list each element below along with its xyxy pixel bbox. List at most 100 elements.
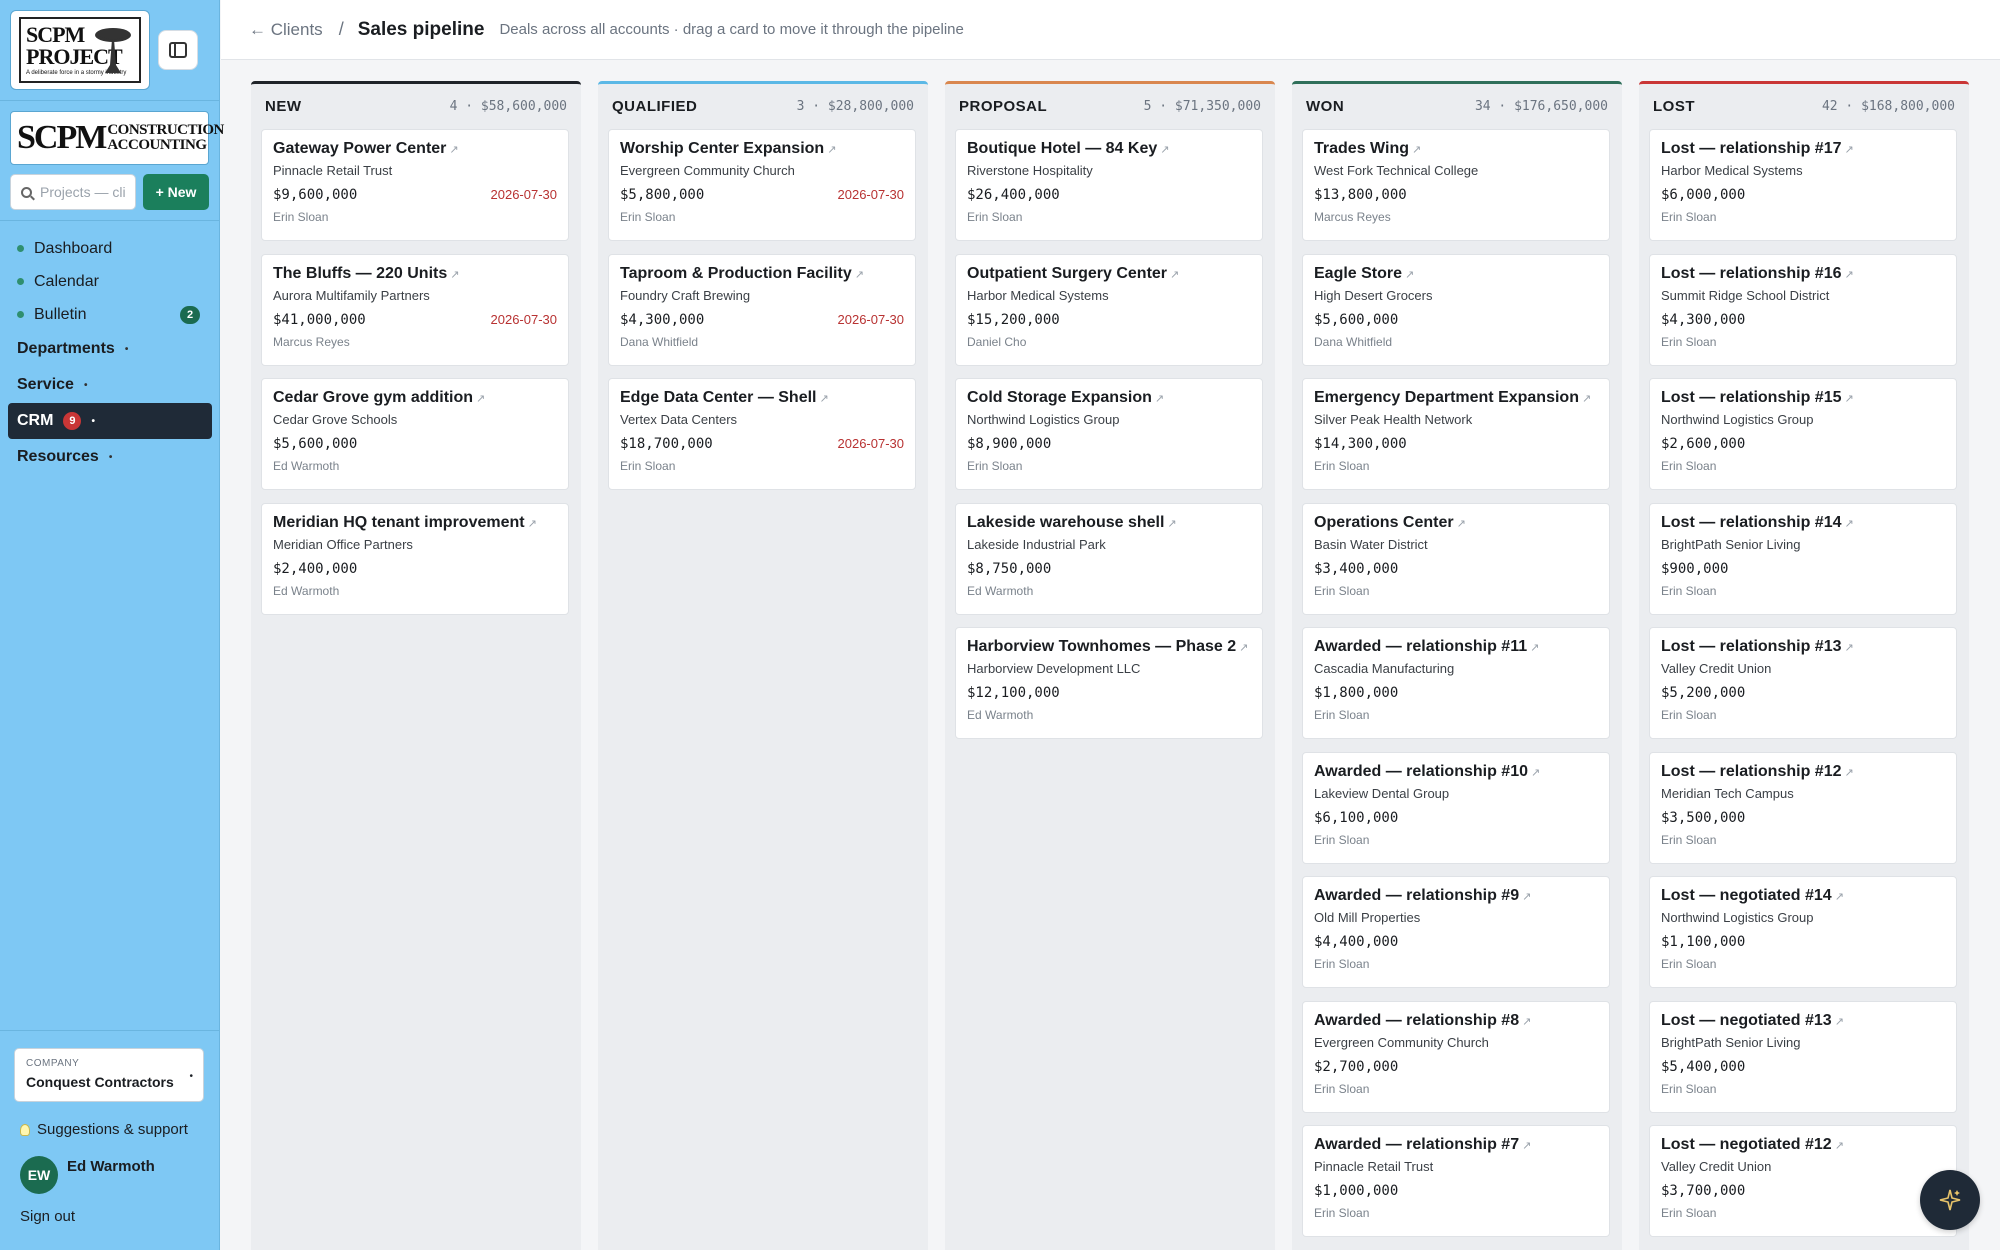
deal-card[interactable]: Lost — relationship #12 ↗ Meridian Tech Ca…	[1649, 751, 1957, 864]
deal-name[interactable]: Trades Wing ↗	[1314, 140, 1598, 158]
deal-value-row: $3,700,000	[1661, 1183, 1945, 1199]
deal-card[interactable]: Emergency Department Expansion ↗ Silver Pe…	[1302, 378, 1610, 490]
sidebar-item-calendar[interactable]: Calendar	[0, 265, 220, 298]
sidebar-group-departments[interactable]: Departments •	[0, 331, 220, 367]
deal-card[interactable]: Lost — negotiated #14 ↗ Northwind Logistic…	[1649, 876, 1957, 988]
sidebar-group-service[interactable]: Service •	[0, 367, 220, 403]
deal-card[interactable]: Lost — negotiated #13 ↗ BrightPath Senior …	[1649, 1000, 1957, 1113]
deal-name[interactable]: Taproom & Production Facility ↗	[620, 265, 904, 283]
deal-name[interactable]: Awarded — relationship #11 ↗	[1314, 638, 1598, 656]
deal-card[interactable]: Awarded — relationship #10 ↗ Lakeview Dent…	[1302, 751, 1610, 864]
deal-card[interactable]: Cold Storage Expansion ↗ Northwind Logisti…	[955, 378, 1263, 490]
dot-icon	[17, 311, 24, 318]
deal-name[interactable]: Edge Data Center — Shell ↗	[620, 389, 904, 407]
deal-name[interactable]: Awarded — relationship #9 ↗	[1314, 887, 1598, 905]
dot-icon	[17, 245, 24, 252]
deal-name[interactable]: Lost — negotiated #12 ↗	[1661, 1136, 1945, 1154]
user-profile[interactable]: EW Ed Warmoth	[20, 1156, 155, 1194]
deal-card[interactable]: Lost — negotiated #12 ↗ Valley Credit Unio…	[1649, 1125, 1957, 1237]
deal-card[interactable]: Cedar Grove gym addition ↗ Cedar Grove Sch…	[261, 378, 569, 490]
deal-name[interactable]: Lost — relationship #13 ↗	[1661, 638, 1945, 656]
sign-out-link[interactable]: Sign out	[20, 1208, 75, 1225]
deal-name[interactable]: The Bluffs — 220 Units ↗	[273, 265, 557, 283]
deal-name-text: Worship Center Expansion	[620, 140, 825, 157]
deal-card[interactable]: Awarded — relationship #9 ↗ Old Mill Prope…	[1302, 876, 1610, 988]
scpm-accounting-logo[interactable]: SCPM CONSTRUCTION ACCOUNTING	[10, 111, 224, 165]
deal-value: $6,000,000	[1661, 187, 1746, 203]
deal-name[interactable]: Operations Center ↗	[1314, 514, 1598, 532]
deal-card[interactable]: Outpatient Surgery Center ↗ Harbor Medical…	[955, 253, 1263, 366]
deal-card[interactable]: Eagle Store ↗ High Desert Grocers $5,600,00…	[1302, 253, 1610, 366]
deal-card[interactable]: Lakeside warehouse shell ↗ Lakeside Indust…	[955, 502, 1263, 615]
sidebar-group-crm[interactable]: CRM 9 •	[8, 403, 212, 439]
deal-card[interactable]: Awarded — relationship #7 ↗ Pinnacle Retai…	[1302, 1125, 1610, 1237]
ai-assistant-button[interactable]	[1920, 1170, 1980, 1230]
deal-name[interactable]: Awarded — relationship #10 ↗	[1314, 763, 1598, 781]
search-box[interactable]	[10, 174, 136, 210]
deal-name[interactable]: Outpatient Surgery Center ↗	[967, 265, 1251, 283]
deal-name[interactable]: Awarded — relationship #7 ↗	[1314, 1136, 1598, 1154]
sidebar-item-dashboard[interactable]: Dashboard	[0, 232, 220, 265]
deal-card[interactable]: Operations Center ↗ Basin Water District $3…	[1302, 502, 1610, 615]
deal-name[interactable]: Lost — relationship #17 ↗	[1661, 140, 1945, 158]
deal-name-text: Outpatient Surgery Center	[967, 264, 1168, 282]
suggestions-support-link[interactable]: Suggestions & support	[20, 1121, 188, 1138]
deal-name[interactable]: Lost — negotiated #13 ↗	[1661, 1012, 1945, 1030]
deal-card[interactable]: Taproom & Production Facility ↗ Foundry Cr…	[608, 253, 916, 366]
deal-value-row: $41,000,000 2026-07-30	[273, 312, 557, 328]
deal-card[interactable]: Lost — relationship #13 ↗ Valley Credit Un…	[1649, 627, 1957, 739]
deal-name[interactable]: Gateway Power Center ↗	[273, 140, 557, 158]
deal-name[interactable]: Lost — relationship #14 ↗	[1661, 514, 1945, 532]
deal-name-text: Lost — relationship #17	[1661, 140, 1842, 157]
deal-card[interactable]: Meridian HQ tenant improvement ↗ Meridian …	[261, 502, 569, 615]
deal-card[interactable]: Gateway Power Center ↗ Pinnacle Retail Tru…	[261, 129, 569, 241]
deal-name[interactable]: Cold Storage Expansion ↗	[967, 389, 1251, 407]
deal-card[interactable]: The Bluffs — 220 Units ↗ Aurora Multifamil…	[261, 253, 569, 366]
deal-card[interactable]: Lost — relationship #16 ↗ Summit Ridge Sch…	[1649, 253, 1957, 366]
deal-name[interactable]: Cedar Grove gym addition ↗	[273, 389, 557, 407]
deal-card[interactable]: Lost — relationship #15 ↗ Northwind Logist…	[1649, 378, 1957, 490]
scpm-project-logo[interactable]: SCPM PROJECT A deliberate force in a sto…	[10, 10, 150, 90]
deal-card[interactable]: Lost — relationship #17 ↗ Harbor Medical S…	[1649, 129, 1957, 241]
deal-name[interactable]: Worship Center Expansion ↗	[620, 140, 904, 158]
deal-name[interactable]: Emergency Department Expansion ↗	[1314, 389, 1598, 407]
deal-card[interactable]: Edge Data Center — Shell ↗ Vertex Data Cen…	[608, 378, 916, 490]
deal-name[interactable]: Lost — relationship #15 ↗	[1661, 389, 1945, 407]
sidebar-group-resources[interactable]: Resources •	[0, 439, 220, 475]
chevron-icon: •	[124, 343, 129, 355]
deal-name-text: Cold Storage Expansion	[967, 389, 1152, 406]
deal-owner: Erin Sloan	[1314, 1206, 1370, 1220]
deal-name[interactable]: Awarded — relationship #8 ↗	[1314, 1012, 1598, 1030]
deal-name[interactable]: Lost — negotiated #14 ↗	[1661, 887, 1945, 905]
column-stats: 42 · $168,800,000	[1821, 98, 1955, 114]
search-input[interactable]	[40, 184, 126, 200]
deal-name[interactable]: Lost — relationship #12 ↗	[1661, 763, 1945, 781]
external-link-icon: ↗	[1844, 642, 1854, 654]
deal-card[interactable]: Worship Center Expansion ↗ Evergreen Commu…	[608, 129, 916, 241]
deal-value-row: $6,000,000	[1661, 187, 1945, 203]
deal-value-row: $4,300,000	[1661, 312, 1945, 328]
sidebar-item-bulletin[interactable]: Bulletin 2	[0, 298, 220, 331]
company-selector[interactable]: COMPANY Conquest Contractors •	[14, 1048, 204, 1102]
deal-name[interactable]: Eagle Store ↗	[1314, 265, 1598, 283]
back-to-clients-link[interactable]: ← Clients	[249, 20, 323, 40]
deal-card[interactable]: Harborview Townhomes — Phase 2 ↗ Harborvie…	[955, 627, 1263, 739]
deal-card[interactable]: Awarded — relationship #8 ↗ Evergreen Comm…	[1302, 1000, 1610, 1113]
new-button[interactable]: + New	[143, 174, 209, 210]
deal-name[interactable]: Lakeside warehouse shell ↗	[967, 514, 1251, 532]
deal-name-text: Awarded — relationship #9	[1314, 887, 1520, 904]
deal-client: BrightPath Senior Living	[1661, 1034, 1801, 1050]
deal-name-text: Lost — relationship #14	[1661, 513, 1842, 531]
deal-card[interactable]: Trades Wing ↗ West Fork Technical College $…	[1302, 129, 1610, 241]
deal-owner: Erin Sloan	[1661, 832, 1717, 847]
sidebar-toggle-button[interactable]	[158, 30, 198, 70]
deal-name[interactable]: Boutique Hotel — 84 Key ↗	[967, 140, 1251, 158]
deal-name[interactable]: Harborview Townhomes — Phase 2 ↗	[967, 638, 1251, 656]
deal-name[interactable]: Lost — relationship #16 ↗	[1661, 265, 1945, 283]
deal-card[interactable]: Boutique Hotel — 84 Key ↗ Riverstone Hospi…	[955, 129, 1263, 241]
page-header: ← Clients / Sales pipeline Deals across …	[221, 0, 2000, 60]
deal-card[interactable]: Awarded — relationship #11 ↗ Cascadia Manu…	[1302, 627, 1610, 739]
deal-name[interactable]: Meridian HQ tenant improvement ↗	[273, 514, 557, 532]
deal-card[interactable]: Lost — relationship #14 ↗ BrightPath Senio…	[1649, 502, 1957, 615]
deal-value-row: $4,400,000	[1314, 934, 1598, 950]
